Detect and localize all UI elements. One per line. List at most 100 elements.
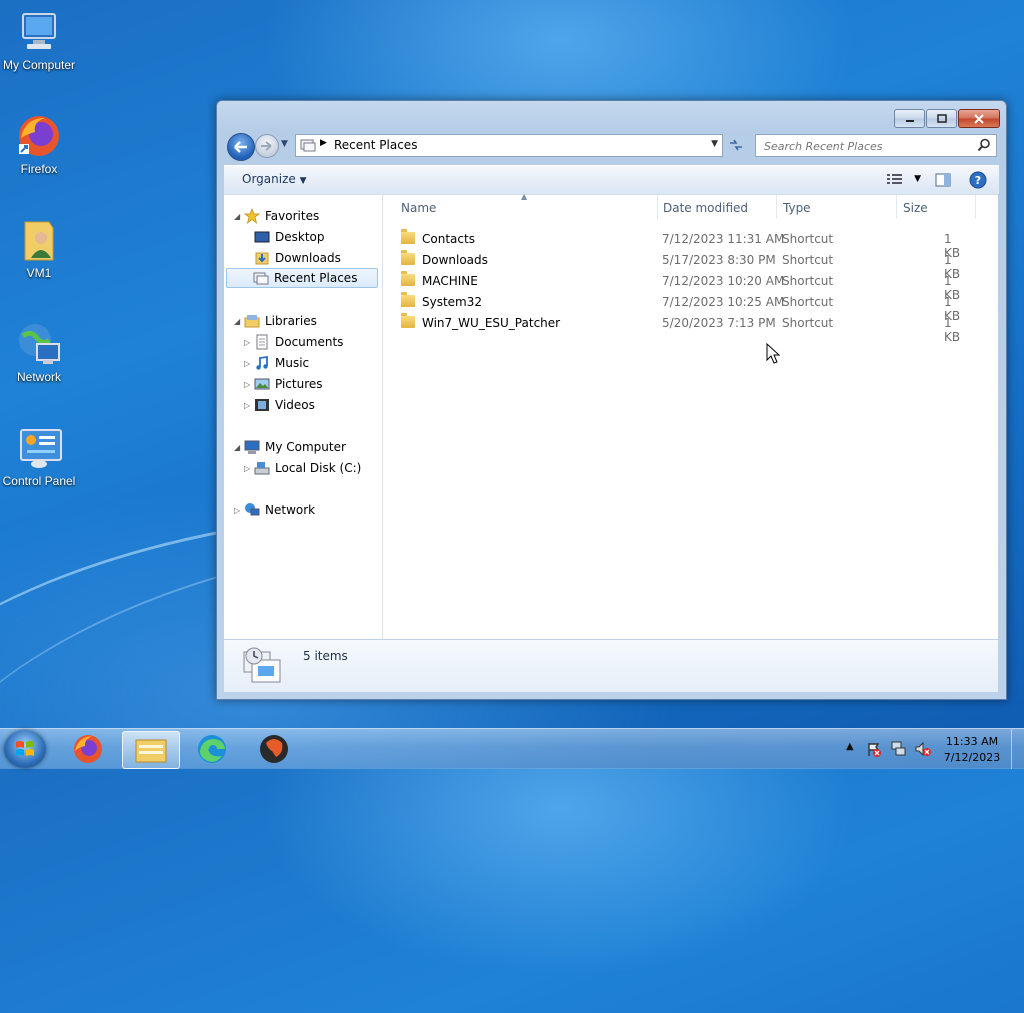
column-header-date-modified[interactable]: Date modified xyxy=(645,201,763,219)
show-hidden-icons-icon[interactable]: ▲ xyxy=(846,741,854,752)
column-divider[interactable] xyxy=(975,195,976,219)
nav-local-disk[interactable]: ▷ Local Disk (C:) xyxy=(244,458,361,478)
close-button[interactable] xyxy=(958,109,1000,128)
search-box[interactable] xyxy=(755,134,997,157)
column-header-type[interactable]: Type xyxy=(765,201,883,219)
column-header-size[interactable]: Size xyxy=(885,201,973,219)
computer-icon xyxy=(15,8,63,56)
file-type: Shortcut xyxy=(782,253,834,267)
view-list-icon xyxy=(887,174,903,184)
file-date: 5/20/2023 7:13 PM xyxy=(662,316,776,330)
collapsed-arrow-icon[interactable]: ▷ xyxy=(244,359,254,368)
volume-muted-icon[interactable] xyxy=(915,741,931,757)
file-row[interactable]: MACHINE 7/12/2023 10:20 AM Shortcut 1 KB xyxy=(401,271,971,302)
start-button[interactable] xyxy=(4,730,46,768)
taskbar-edge[interactable] xyxy=(184,731,240,767)
file-type: Shortcut xyxy=(782,295,834,309)
taskbar-app[interactable] xyxy=(246,731,302,767)
breadcrumb[interactable]: Recent Places xyxy=(334,138,417,152)
videos-icon xyxy=(255,399,269,411)
file-row[interactable]: Downloads 5/17/2023 8:30 PM Shortcut 1 K… xyxy=(401,250,971,281)
change-view-button[interactable]: ▼ xyxy=(886,172,921,186)
command-bar: Organize ▼ ▼ ? xyxy=(224,165,999,195)
nav-libraries[interactable]: ◢ Libraries xyxy=(234,311,317,331)
nav-label: Desktop xyxy=(275,230,325,244)
desktop-icon-label: VM1 xyxy=(26,266,52,280)
mouse-cursor-icon xyxy=(766,343,781,364)
file-row[interactable]: Win7_WU_ESU_Patcher 5/20/2023 7:13 PM Sh… xyxy=(401,313,971,344)
nav-label: Recent Places xyxy=(274,271,358,285)
address-bar[interactable]: ▶ Recent Places ▼ xyxy=(295,134,723,157)
collapsed-arrow-icon[interactable]: ▷ xyxy=(244,464,254,473)
organize-label: Organize xyxy=(242,172,296,186)
windows-logo-icon xyxy=(16,741,34,756)
collapsed-arrow-icon[interactable]: ▷ xyxy=(244,380,254,389)
search-icon[interactable] xyxy=(977,138,991,152)
file-row[interactable]: Contacts 7/12/2023 11:31 AM Shortcut 1 K… xyxy=(401,229,971,260)
nav-music[interactable]: ▷ Music xyxy=(244,353,309,373)
folder-shortcut-icon xyxy=(401,250,415,265)
file-date: 7/12/2023 11:31 AM xyxy=(662,232,785,246)
nav-label: Music xyxy=(275,356,310,370)
nav-videos[interactable]: ▷ Videos xyxy=(244,395,315,415)
nav-label: Libraries xyxy=(265,314,317,328)
expand-arrow-icon[interactable]: ◢ xyxy=(234,443,244,452)
maximize-icon xyxy=(936,113,947,123)
file-date: 7/12/2023 10:20 AM xyxy=(662,274,785,288)
nav-pictures[interactable]: ▷ Pictures xyxy=(244,374,323,394)
column-header-name[interactable]: Name xyxy=(383,201,656,219)
address-dropdown-icon[interactable]: ▼ xyxy=(711,139,718,149)
details-pane: 5 items xyxy=(224,639,998,692)
nav-downloads[interactable]: Downloads xyxy=(254,248,341,268)
taskbar-explorer[interactable] xyxy=(122,731,180,769)
nav-desktop[interactable]: Desktop xyxy=(254,227,325,247)
organize-menu[interactable]: Organize ▼ xyxy=(242,172,307,186)
file-type: Shortcut xyxy=(782,274,834,288)
forward-button[interactable] xyxy=(255,134,279,158)
taskbar-firefox[interactable] xyxy=(60,731,116,767)
nav-my-computer[interactable]: ◢ My Computer xyxy=(234,437,346,457)
nav-documents[interactable]: ▷ Documents xyxy=(244,332,343,352)
nav-label: Favorites xyxy=(265,209,320,223)
desktop-icon-label: Control Panel xyxy=(2,474,76,488)
help-icon[interactable]: ? xyxy=(969,171,987,189)
view-dropdown-icon: ▼ xyxy=(914,174,921,184)
computer-icon xyxy=(244,440,260,454)
maximize-button[interactable] xyxy=(926,109,957,128)
network-status-icon[interactable] xyxy=(891,741,907,757)
expand-arrow-icon[interactable]: ◢ xyxy=(234,212,244,221)
nav-favorites[interactable]: ◢ Favorites xyxy=(234,206,319,226)
desktop-icon-my-computer[interactable]: My Computer xyxy=(0,8,78,72)
nav-network[interactable]: ▷ Network xyxy=(234,500,315,520)
minimize-button[interactable] xyxy=(894,109,925,128)
action-center-flag-icon[interactable] xyxy=(866,741,882,757)
desktop-icon-control-panel[interactable]: Control Panel xyxy=(0,424,78,488)
nav-label: Local Disk (C:) xyxy=(275,461,362,475)
show-desktop-button[interactable] xyxy=(1011,729,1024,769)
network-icon xyxy=(245,503,260,516)
recent-pages-dropdown[interactable]: ▼ xyxy=(281,139,288,149)
desktop-icon-firefox[interactable]: Firefox xyxy=(0,112,78,176)
chevron-down-icon: ▼ xyxy=(299,176,307,186)
file-date: 5/17/2023 8:30 PM xyxy=(662,253,776,267)
collapsed-arrow-icon[interactable]: ▷ xyxy=(244,338,254,347)
collapsed-arrow-icon[interactable]: ▷ xyxy=(244,401,254,410)
svg-text:?: ? xyxy=(975,174,981,187)
expand-arrow-icon[interactable]: ◢ xyxy=(234,317,244,326)
desktop-icon-label: Firefox xyxy=(20,162,58,176)
close-icon xyxy=(974,113,984,124)
desktop-icon-vm1[interactable]: VM1 xyxy=(0,216,78,280)
collapsed-arrow-icon[interactable]: ▷ xyxy=(234,506,244,515)
search-input[interactable] xyxy=(762,137,976,155)
folder-shortcut-icon xyxy=(401,271,415,286)
file-row[interactable]: System32 7/12/2023 10:25 AM Shortcut 1 K… xyxy=(401,292,971,323)
refresh-button[interactable] xyxy=(725,135,747,155)
preview-pane-icon[interactable] xyxy=(935,173,951,187)
desktop-icon-network[interactable]: Network xyxy=(0,320,78,384)
folder-shortcut-icon xyxy=(401,292,415,307)
breadcrumb-chevron-icon: ▶ xyxy=(320,138,327,148)
user-folder-icon xyxy=(15,216,63,264)
nav-recent-places[interactable]: Recent Places xyxy=(226,268,378,288)
system-clock[interactable]: 11:33 AM 7/12/2023 xyxy=(942,734,1002,766)
back-button[interactable] xyxy=(227,133,255,161)
